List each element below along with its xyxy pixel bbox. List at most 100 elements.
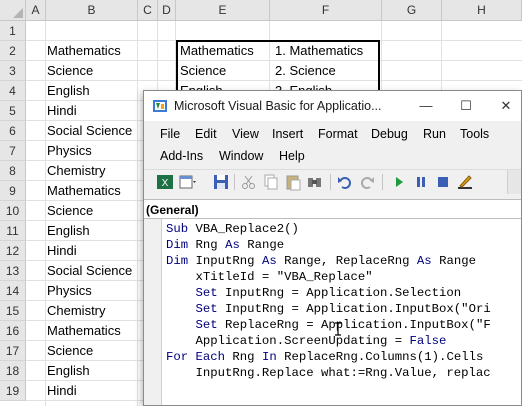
paste-icon[interactable] (284, 173, 302, 191)
code-line[interactable]: Set InputRng = Application.InputBox("Ori (166, 301, 491, 317)
cell-b16[interactable]: Mathematics (47, 321, 121, 341)
row-header[interactable]: 5 (0, 101, 26, 121)
code-line-text: InputRng = Application.Selection (225, 286, 462, 300)
break-icon[interactable] (412, 173, 430, 191)
row-header[interactable]: 1 (0, 21, 26, 41)
code-line[interactable]: Set ReplaceRng = Application.InputBox("F (166, 317, 491, 333)
cell-b7[interactable]: Physics (47, 141, 92, 161)
cell-b17[interactable]: Science (47, 341, 93, 361)
design-mode-icon[interactable] (456, 173, 474, 191)
row-header[interactable]: 15 (0, 301, 26, 321)
col-header-e[interactable]: E (176, 0, 270, 21)
menu-edit[interactable]: Edit (195, 124, 217, 144)
code-margin[interactable] (144, 219, 162, 405)
code-line[interactable]: Dim Rng As Range (166, 237, 284, 253)
copy-icon[interactable] (262, 173, 280, 191)
cell-b11[interactable]: English (47, 221, 90, 241)
row-header[interactable]: 17 (0, 341, 26, 361)
row-header[interactable]: 6 (0, 121, 26, 141)
code-line[interactable]: For Each Rng In ReplaceRng.Columns(1).Ce… (166, 349, 483, 365)
run-icon[interactable] (390, 173, 408, 191)
code-line-text: ReplaceRng = Application.InputBox("F (225, 318, 491, 332)
menu-addins[interactable]: Add-Ins (160, 146, 203, 166)
row-header[interactable]: 11 (0, 221, 26, 241)
row-header[interactable]: 8 (0, 161, 26, 181)
menu-debug[interactable]: Debug (371, 124, 408, 144)
cell-b12[interactable]: Hindi (47, 241, 77, 261)
row-header[interactable]: 10 (0, 201, 26, 221)
excel-view-icon[interactable]: X (156, 173, 174, 191)
title-bar[interactable]: Microsoft Visual Basic for Applicatio...… (144, 91, 521, 121)
code-keyword-as: As (261, 254, 285, 268)
cell-b19[interactable]: Hindi (47, 381, 77, 401)
code-line-text: Rng (195, 238, 226, 252)
row-header[interactable]: 4 (0, 81, 26, 101)
reset-icon[interactable] (434, 173, 452, 191)
find-icon[interactable] (306, 173, 324, 191)
redo-icon[interactable] (358, 173, 376, 191)
cell-b5[interactable]: Hindi (47, 101, 77, 121)
cell-b8[interactable]: Chemistry (47, 161, 106, 181)
row-header[interactable]: 2 (0, 41, 26, 61)
menu-file[interactable]: File (160, 124, 180, 144)
row-header[interactable]: 19 (0, 381, 26, 401)
cell-e2[interactable]: Mathematics (180, 41, 254, 61)
col-header-b[interactable]: B (46, 0, 138, 21)
maximize-button[interactable]: ☐ (446, 91, 486, 121)
code-line[interactable]: Dim InputRng As Range, ReplaceRng As Ran… (166, 253, 476, 269)
menu-format[interactable]: Format (318, 124, 358, 144)
code-line[interactable]: Set InputRng = Application.Selection (166, 285, 462, 301)
code-line[interactable]: xTitleId = "VBA_Replace" (166, 269, 373, 285)
cell-f2[interactable]: 1. Mathematics (275, 41, 363, 61)
code-line[interactable]: InputRng.Replace what:=Rng.Value, replac (166, 365, 491, 381)
cell-e3[interactable]: Science (180, 61, 226, 81)
menu-tools[interactable]: Tools (460, 124, 489, 144)
col-header-d[interactable]: D (158, 0, 176, 21)
menu-window[interactable]: Window (219, 146, 263, 166)
menu-run[interactable]: Run (423, 124, 446, 144)
toolbar-separator (234, 174, 235, 190)
cell-b10[interactable]: Science (47, 201, 93, 221)
object-combo[interactable]: (General) (144, 199, 521, 219)
cell-b2[interactable]: Mathematics (47, 41, 121, 61)
menu-view[interactable]: View (232, 124, 259, 144)
col-header-a[interactable]: A (26, 0, 46, 21)
col-header-c[interactable]: C (138, 0, 158, 21)
save-icon[interactable] (212, 173, 230, 191)
row-header[interactable]: 3 (0, 61, 26, 81)
cell-b18[interactable]: English (47, 361, 90, 381)
close-button[interactable]: ✕ (486, 91, 522, 121)
col-header-h[interactable]: H (442, 0, 522, 21)
undo-icon[interactable] (336, 173, 354, 191)
minimize-button[interactable]: — (406, 91, 446, 121)
code-line[interactable]: Sub VBA_Replace2() (166, 221, 299, 237)
cell-b13[interactable]: Social Science (47, 261, 132, 281)
cell-b6[interactable]: Social Science (47, 121, 132, 141)
select-all-corner[interactable] (0, 0, 26, 21)
cell-b4[interactable]: English (47, 81, 90, 101)
cell-b3[interactable]: Science (47, 61, 93, 81)
cut-icon[interactable] (240, 173, 258, 191)
cell-b14[interactable]: Physics (47, 281, 92, 301)
row-header[interactable]: 14 (0, 281, 26, 301)
menu-help[interactable]: Help (279, 146, 305, 166)
menu-insert[interactable]: Insert (272, 124, 303, 144)
row-header[interactable]: 9 (0, 181, 26, 201)
insert-module-icon[interactable] (178, 173, 196, 191)
row-header[interactable]: 12 (0, 241, 26, 261)
row-header[interactable]: 18 (0, 361, 26, 381)
code-line[interactable]: Application.ScreenUpdating = False (166, 333, 447, 349)
text-cursor-icon (335, 322, 341, 336)
code-line-text: InputRng (195, 254, 262, 268)
cell-b15[interactable]: Chemistry (47, 301, 106, 321)
row-header[interactable]: 16 (0, 321, 26, 341)
code-editor[interactable]: Sub VBA_Replace2() Dim Rng As Range Dim … (144, 219, 521, 405)
toolbar-scroll-icon[interactable] (507, 170, 521, 194)
row-header[interactable]: 13 (0, 261, 26, 281)
code-keyword-in: In (261, 350, 285, 364)
cell-f3[interactable]: 2. Science (275, 61, 336, 81)
cell-b9[interactable]: Mathematics (47, 181, 121, 201)
row-header[interactable]: 7 (0, 141, 26, 161)
col-header-f[interactable]: F (270, 0, 382, 21)
col-header-g[interactable]: G (382, 0, 442, 21)
